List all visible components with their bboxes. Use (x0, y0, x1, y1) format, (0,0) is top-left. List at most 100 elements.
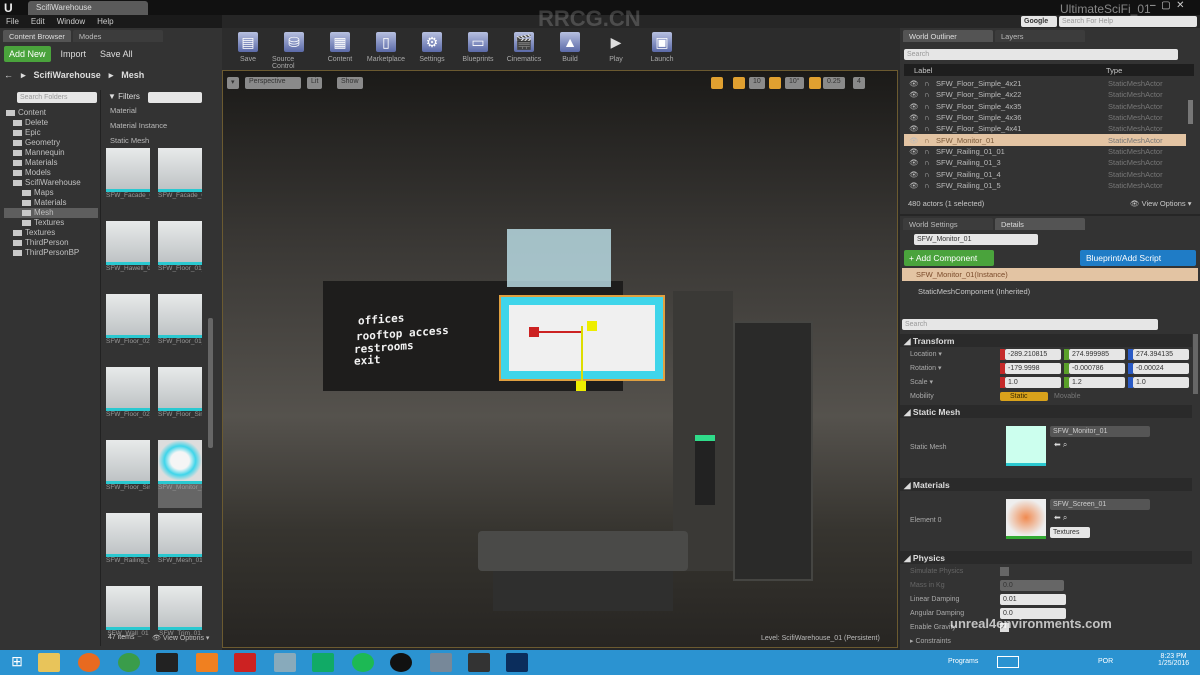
blueprints-button[interactable]: ▭ Blueprints (456, 30, 500, 68)
asset-tile[interactable]: SFW_Railing_01_01 (106, 513, 150, 581)
save-button[interactable]: ▤ Save (226, 30, 270, 68)
language-indicator[interactable]: POR (1098, 658, 1113, 665)
table-row[interactable]: 👁 ∩ SFW_Floor_Simple_4x41 StaticMeshActor (904, 123, 1186, 134)
table-row[interactable]: 👁 ∩ SFW_Railing_01_3 StaticMeshActor (904, 157, 1186, 168)
add-component-button[interactable]: + Add Component (904, 250, 994, 266)
settings-button[interactable]: ⚙ Settings (410, 30, 454, 68)
static-mesh-select[interactable]: SFW_Monitor_01 (1050, 426, 1150, 437)
static-mesh-thumbnail[interactable] (1006, 426, 1046, 466)
mobility-movable-button[interactable]: Movable (1054, 393, 1080, 400)
source-control-button[interactable]: ⛁ Source Control (272, 30, 316, 70)
outliner-scrollbar[interactable] (1188, 100, 1193, 124)
import-button[interactable]: Import (57, 46, 91, 62)
visibility-eye-icon[interactable]: 👁 (904, 147, 924, 156)
column-label[interactable]: Label (914, 66, 1106, 75)
static-mesh-section[interactable]: ◢ Static Mesh (900, 405, 1192, 418)
mass-input[interactable]: 0.0 (1000, 579, 1064, 591)
folder-mesh[interactable]: Mesh (4, 208, 98, 218)
app-icon[interactable] (274, 653, 296, 672)
table-row[interactable]: 👁 ∩ SFW_Floor_Simple_4x36 StaticMeshActor (904, 112, 1186, 123)
asset-tile[interactable]: SFW_Floor_Simple_Curve_4x4 (106, 440, 150, 508)
filter-chip[interactable]: Static Mesh (110, 136, 167, 145)
cinematics-button[interactable]: 🎬 Cinematics (502, 30, 546, 68)
gizmo-z-axis[interactable] (581, 326, 583, 382)
asset-tile[interactable]: SFW_Mesh_01_01 (158, 513, 202, 581)
details-scrollbar[interactable] (1193, 334, 1198, 394)
content-button[interactable]: ▦ Content (318, 30, 362, 68)
scale-z-input[interactable]: 1.0 (1133, 376, 1189, 388)
menu-file[interactable]: File (6, 17, 19, 26)
clock[interactable]: 8:23 PM 1/25/2016 (1158, 653, 1189, 667)
scale-x-input[interactable]: 1.0 (1005, 376, 1061, 388)
scale-snap-toggle[interactable] (809, 77, 821, 89)
material-select[interactable]: SFW_Screen_01 (1050, 499, 1150, 510)
asset-tile[interactable]: SFW_Facade_01_Trim_Curve_02 (158, 148, 202, 216)
transform-section[interactable]: ◢ Transform (900, 334, 1192, 347)
rotation-label[interactable]: Rotation ▾ (900, 364, 1000, 372)
path-root[interactable]: ▸ (21, 70, 26, 81)
visibility-eye-icon[interactable]: 👁 (904, 79, 924, 88)
programs-toolbar[interactable]: Programs (948, 658, 978, 665)
add-new-button[interactable]: Add New (4, 46, 51, 62)
materials-section[interactable]: ◢ Materials (900, 478, 1192, 491)
folder-geometry[interactable]: Geometry (4, 138, 98, 148)
folder-materials[interactable]: Materials (4, 198, 98, 208)
rotation-z-input[interactable]: -0.00024 (1133, 362, 1189, 374)
app-icon[interactable] (234, 653, 256, 672)
filter-chip[interactable]: Material (110, 106, 167, 115)
asset-tile[interactable]: SFW_Floor_Simple_4x4 (158, 367, 202, 435)
visibility-eye-icon[interactable]: 👁 (904, 136, 924, 145)
build-button[interactable]: ▲ Build (548, 30, 592, 68)
location-label[interactable]: Location ▾ (900, 350, 1000, 358)
perspective-button[interactable]: Perspective (245, 77, 301, 89)
lit-button[interactable]: Lit (307, 77, 323, 89)
table-row[interactable]: 👁 ∩ SFW_Monitor_01 StaticMeshActor (904, 134, 1186, 146)
asset-tile[interactable]: SFW_Trim_01 (158, 586, 202, 654)
asset-tile[interactable]: SFW_Floor_02_02 (106, 367, 150, 435)
visibility-eye-icon[interactable]: 👁 (904, 102, 924, 111)
folder-textures[interactable]: Textures (4, 218, 98, 228)
search-provider-select[interactable]: Google (1021, 16, 1057, 27)
visibility-eye-icon[interactable]: 👁 (904, 170, 924, 179)
play-button[interactable]: ▶ Play (594, 30, 638, 68)
outliner-view-options[interactable]: 👁 View Options ▾ (1130, 199, 1192, 208)
asset-scrollbar[interactable] (208, 318, 213, 448)
folder-textures[interactable]: Textures (4, 228, 98, 238)
scale-y-input[interactable]: 1.2 (1069, 376, 1125, 388)
asset-tile[interactable]: SFW_Wall_01 (106, 586, 150, 654)
physics-section[interactable]: ◢ Physics (900, 551, 1192, 564)
level-tab[interactable]: ScifiWarehouse (28, 1, 148, 15)
show-button[interactable]: Show (337, 77, 363, 89)
textures-dropdown[interactable]: Textures (1050, 527, 1090, 538)
location-x-input[interactable]: -289.210815 (1005, 348, 1061, 360)
app-icon[interactable] (430, 653, 452, 672)
camera-speed[interactable]: 4 (853, 77, 865, 89)
table-row[interactable]: 👁 ∩ SFW_Floor_Simple_4x35 StaticMeshActor (904, 101, 1186, 112)
gizmo-handle[interactable] (529, 327, 539, 337)
blueprint-add-script-button[interactable]: Blueprint/Add Script (1080, 250, 1196, 266)
material-browse-icon[interactable]: ⬅ ⌕ (1054, 513, 1067, 523)
folder-maps[interactable]: Maps (4, 188, 98, 198)
visibility-eye-icon[interactable]: 👁 (904, 124, 924, 133)
folder-models[interactable]: Models (4, 168, 98, 178)
folder-mannequin[interactable]: Mannequin (4, 148, 98, 158)
scale-label[interactable]: Scale ▾ (900, 378, 1000, 386)
menu-help[interactable]: Help (97, 17, 113, 26)
firefox-icon[interactable] (78, 653, 100, 672)
location-y-input[interactable]: 274.999985 (1069, 348, 1125, 360)
surface-snap-icon[interactable] (711, 77, 723, 89)
spotify-icon[interactable] (352, 653, 374, 672)
folder-content[interactable]: Content (4, 108, 98, 118)
table-row[interactable]: 👁 ∩ SFW_Floor_Simple_4x22 StaticMeshActor (904, 89, 1186, 100)
asset-tile[interactable]: SFW_Hawell_01 (106, 221, 150, 289)
angular-damping-input[interactable]: 0.0 (1000, 607, 1066, 619)
details-search-input[interactable]: Search (902, 319, 1158, 330)
location-z-input[interactable]: 274.394135 (1133, 348, 1189, 360)
outliner-search-input[interactable]: Search (904, 49, 1178, 60)
table-row[interactable]: 👁 ∩ SFW_Floor_Simple_4x21 StaticMeshActor (904, 78, 1186, 89)
photoshop-icon[interactable] (506, 653, 528, 672)
folder-scifiwarehouse[interactable]: ScifiWarehouse (4, 178, 98, 188)
asset-tile[interactable]: SFW_Floor_01_Curve_01 (158, 221, 202, 289)
filters-button[interactable]: ▼ Filters (108, 92, 140, 101)
visibility-eye-icon[interactable]: 👁 (904, 90, 924, 99)
